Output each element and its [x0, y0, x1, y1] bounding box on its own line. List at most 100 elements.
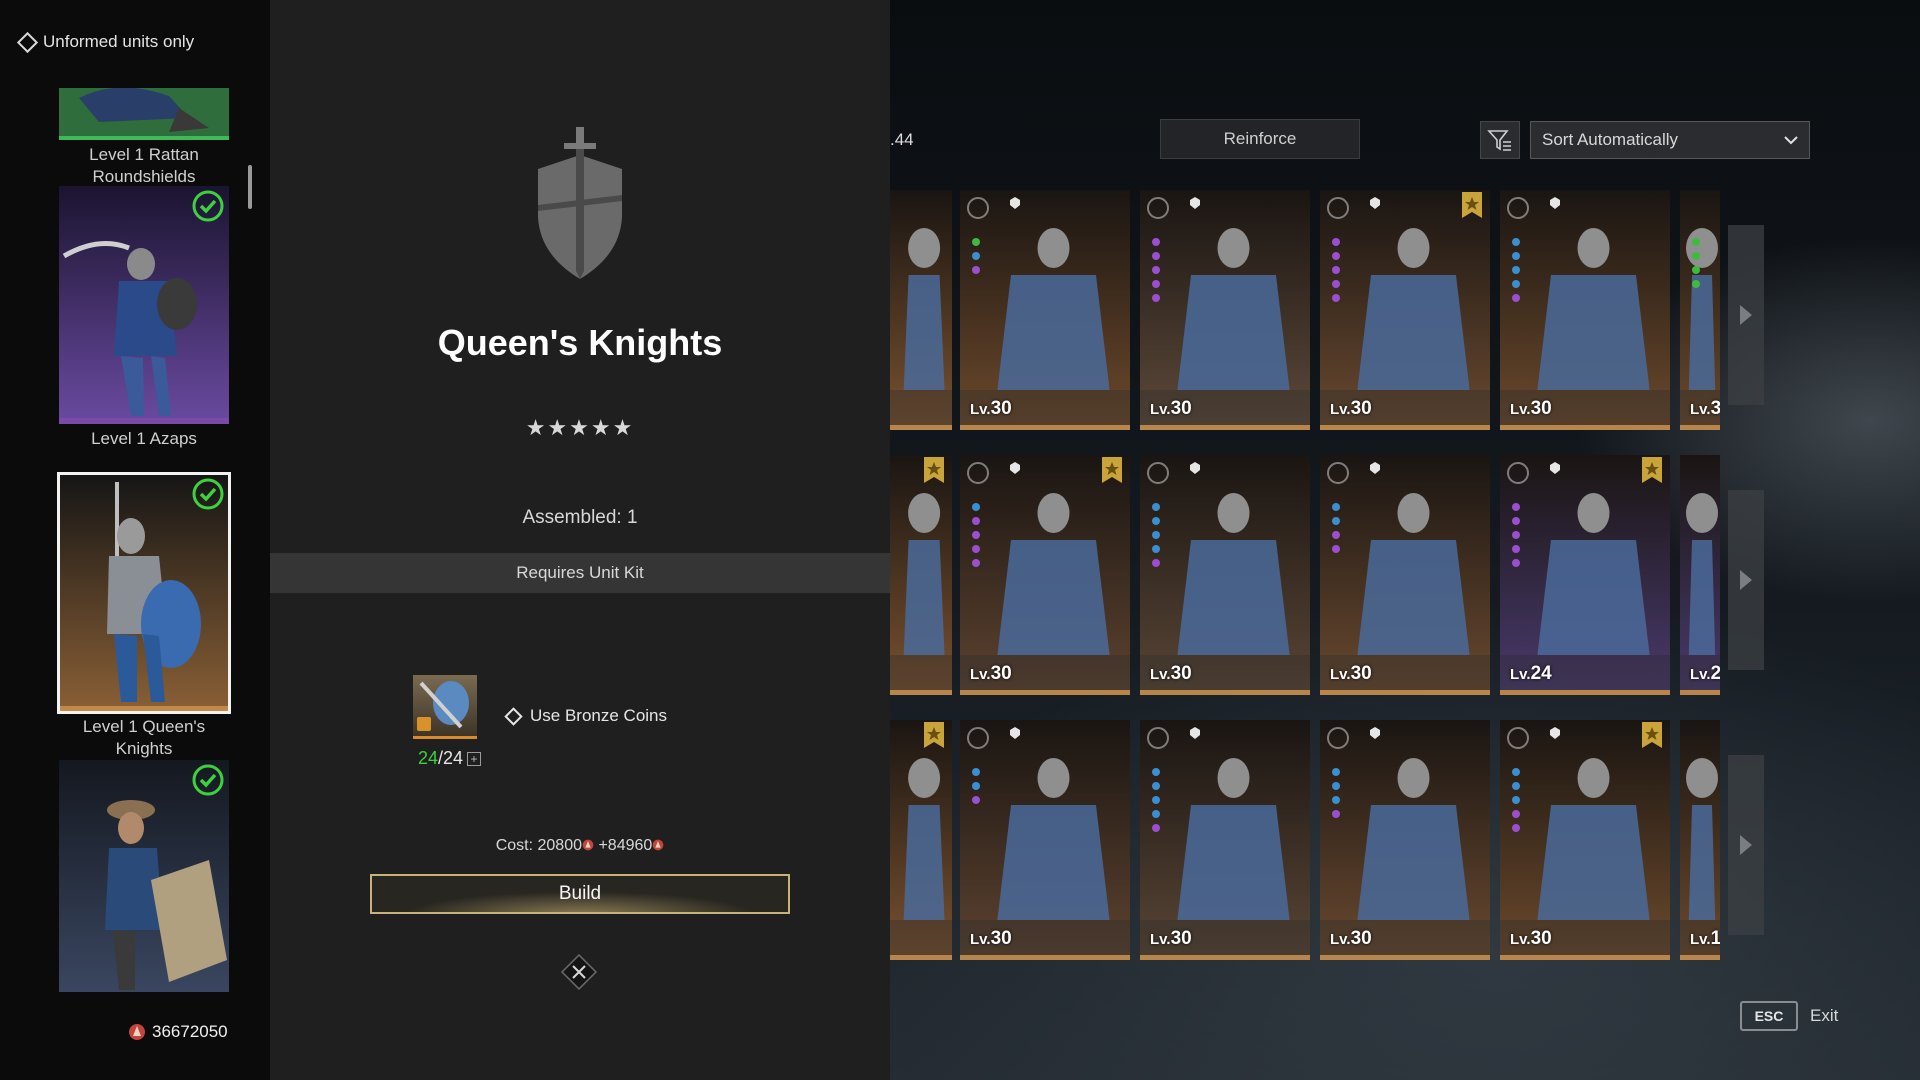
- skill-dot: [1692, 238, 1700, 246]
- skill-dot: [1152, 294, 1160, 302]
- filter-icon[interactable]: [1480, 121, 1520, 159]
- level-value: 30: [990, 928, 1012, 949]
- skill-dot: [1512, 517, 1520, 525]
- unit-portrait: [1500, 720, 1670, 960]
- unit-kit-item[interactable]: [413, 675, 477, 739]
- sidebar-scrollbar[interactable]: [248, 165, 252, 209]
- level-prefix: Lv.: [1150, 931, 1171, 948]
- faction-crest-icon: [1326, 726, 1350, 750]
- skill-dot: [972, 252, 980, 260]
- faction-crest-icon: [1506, 196, 1530, 220]
- faction-crest-icon: [1326, 461, 1350, 485]
- row-scroll-arrow[interactable]: [1728, 490, 1764, 670]
- unit-portrait: [1500, 190, 1670, 430]
- currency-value: 36672050: [152, 1022, 228, 1041]
- currency-coin-icon: [652, 839, 664, 851]
- unit-portrait: [1680, 720, 1720, 960]
- unit-card[interactable]: Lv.30: [960, 455, 1130, 695]
- unit-kit-count: 24/24 +: [418, 748, 482, 769]
- tier-badge-icon: [1008, 726, 1022, 740]
- row-scroll-arrow[interactable]: [1728, 225, 1764, 405]
- unit-level-label: Lv.30: [1510, 398, 1552, 420]
- faction-crest-icon: [1146, 196, 1170, 220]
- unit-portrait: [1140, 720, 1310, 960]
- sort-dropdown[interactable]: Sort Automatically: [1530, 121, 1810, 159]
- tier-badge-icon: [1188, 461, 1202, 475]
- skill-dots: [972, 768, 980, 804]
- unit-card[interactable]: Lv.30: [1320, 190, 1490, 430]
- unit-card[interactable]: [890, 190, 952, 430]
- unit-level-label: Lv.30: [970, 398, 1012, 420]
- unit-card[interactable]: Lv.30: [1320, 455, 1490, 695]
- reinforce-button[interactable]: Reinforce: [1160, 119, 1360, 159]
- unit-level-label: Lv.30: [970, 928, 1012, 950]
- unit-portrait: [890, 190, 952, 430]
- sidebar-unit-card[interactable]: Level 1 Rattan Roundshields: [59, 88, 229, 188]
- use-bronze-coins-toggle[interactable]: Use Bronze Coins: [504, 706, 668, 726]
- skill-dot: [1692, 280, 1700, 288]
- checkbox-diamond-icon: [16, 31, 39, 53]
- sidebar-unit-card[interactable]: Level 1 Azaps: [59, 186, 229, 450]
- skill-dot: [1332, 280, 1340, 288]
- sidebar-unit-card-selected[interactable]: Level 1 Queen's Knights: [57, 472, 231, 760]
- unit-portrait: [1680, 455, 1720, 695]
- unit-card[interactable]: Lv.30: [1500, 720, 1670, 960]
- check-circle-icon: [192, 764, 224, 796]
- unit-level-label: Lv.30: [1150, 928, 1192, 950]
- cost-extra-value: +84960: [594, 837, 653, 854]
- faction-crest-icon: [966, 196, 990, 220]
- level-value: 30: [1170, 398, 1192, 419]
- skill-dot: [1332, 503, 1340, 511]
- unit-card[interactable]: Lv.30: [1500, 190, 1670, 430]
- skill-dot: [1512, 238, 1520, 246]
- unit-card[interactable]: Lv.30: [1140, 720, 1310, 960]
- build-button[interactable]: Build: [370, 874, 790, 914]
- rarity-underline: [890, 955, 952, 960]
- unit-level-label: Lv.30: [1330, 398, 1372, 420]
- row-scroll-arrow[interactable]: [1728, 755, 1764, 935]
- skill-dot: [1152, 531, 1160, 539]
- unit-portrait: [59, 88, 229, 140]
- unit-card[interactable]: Lv.30: [1320, 720, 1490, 960]
- tier-badge-icon: [1008, 461, 1022, 475]
- unit-card[interactable]: Lv.2: [1680, 455, 1720, 695]
- skill-dot: [1152, 252, 1160, 260]
- skill-dot: [972, 531, 980, 539]
- level-prefix: Lv.: [1330, 666, 1351, 683]
- unit-card[interactable]: Lv.30: [960, 720, 1130, 960]
- skill-dot: [1512, 531, 1520, 539]
- rarity-underline: [1500, 425, 1670, 430]
- add-kit-plus-icon[interactable]: +: [467, 751, 482, 766]
- sidebar-unit-list[interactable]: Level 1 Rattan Roundshields Level 1 Azap…: [0, 88, 250, 1008]
- level-prefix: Lv.: [1150, 401, 1171, 418]
- skill-dot: [1152, 266, 1160, 274]
- level-value: 30: [990, 663, 1012, 684]
- level-value: 30: [990, 398, 1012, 419]
- sidebar-unit-card[interactable]: [59, 760, 229, 992]
- sidebar-unit-label: Level 1 Queen's Knights: [82, 717, 206, 758]
- level-value: 30: [1350, 663, 1372, 684]
- skill-dot: [1512, 796, 1520, 804]
- skill-dots: [972, 238, 980, 274]
- unit-card[interactable]: Lv.30: [1140, 190, 1310, 430]
- use-bronze-coins-label: Use Bronze Coins: [530, 706, 668, 725]
- level-value: 30: [1530, 398, 1552, 419]
- unit-card[interactable]: Lv.24: [1500, 455, 1670, 695]
- skill-dot: [1332, 796, 1340, 804]
- close-icon[interactable]: [559, 952, 599, 992]
- unit-card[interactable]: [890, 455, 952, 695]
- unit-card[interactable]: Lv.1: [1680, 720, 1720, 960]
- unit-card[interactable]: [890, 720, 952, 960]
- unit-card[interactable]: Lv.30: [960, 190, 1130, 430]
- unit-level-label: Lv.30: [1150, 398, 1192, 420]
- skill-dot: [1512, 266, 1520, 274]
- unformed-units-filter-toggle[interactable]: Unformed units only: [16, 31, 194, 53]
- faction-crest-icon: [1146, 461, 1170, 485]
- unit-card[interactable]: Lv.30: [1140, 455, 1310, 695]
- unit-portrait: [960, 720, 1130, 960]
- unit-portrait: [59, 760, 229, 992]
- unit-portrait: [890, 720, 952, 960]
- esc-key-hint[interactable]: ESC: [1740, 1001, 1798, 1031]
- unit-card[interactable]: Lv.3: [1680, 190, 1720, 430]
- skill-dots: [1332, 238, 1340, 302]
